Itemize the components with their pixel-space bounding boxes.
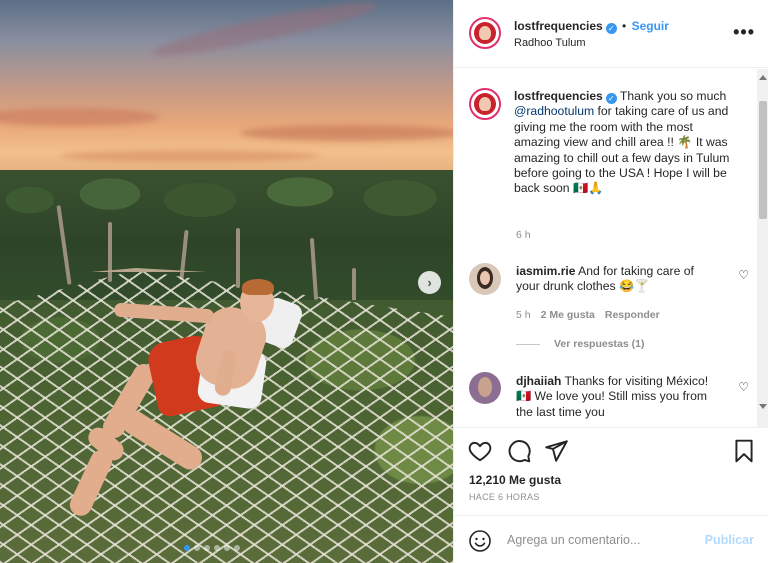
carousel-dot <box>234 545 240 551</box>
like-comment-heart-icon[interactable]: ♡ <box>738 380 749 394</box>
carousel-indicator <box>184 545 240 551</box>
location-link[interactable]: Radhoo Tulum <box>514 37 586 49</box>
post-sidebar: lostfrequencies ✓ • Seguir Radhoo Tulum •… <box>453 0 768 563</box>
comments-list[interactable]: lostfrequencies ✓ Thank you so much @radh… <box>454 69 757 427</box>
more-options-icon[interactable]: ••• <box>733 22 755 43</box>
mention-link[interactable]: @radhootulum <box>514 104 594 118</box>
like-heart-icon[interactable] <box>467 438 493 464</box>
comment-input[interactable] <box>507 529 697 551</box>
scroll-down-icon[interactable] <box>759 404 767 409</box>
chevron-right-icon: › <box>427 275 432 290</box>
comment-time: 5 h <box>516 309 531 321</box>
comment-text: iasmim.rie And for taking care of your d… <box>516 264 716 295</box>
caption-author[interactable]: lostfrequencies <box>514 89 603 103</box>
carousel-dot <box>204 545 210 551</box>
post-timestamp: HACE 6 HORAS <box>469 492 540 502</box>
add-comment-bar: Publicar <box>454 515 768 563</box>
comment-text: djhaiiah Thanks for visiting México! 🇲🇽 … <box>516 374 716 420</box>
carousel-dot <box>194 545 200 551</box>
comment-meta: 5 h 2 Me gusta Responder <box>516 309 660 321</box>
post-header: lostfrequencies ✓ • Seguir Radhoo Tulum •… <box>454 0 768 68</box>
view-replies-button[interactable]: Ver respuestas (1) <box>554 338 644 350</box>
commenter-username[interactable]: djhaiiah <box>516 374 561 388</box>
publish-button[interactable]: Publicar <box>705 533 754 547</box>
verified-badge-icon: ✓ <box>605 23 617 34</box>
post-photo[interactable]: › <box>0 0 453 563</box>
scroll-up-icon[interactable] <box>759 75 767 80</box>
author-line: lostfrequencies ✓ • Seguir <box>514 19 669 34</box>
caption-text: lostfrequencies ✓ Thank you so much @radh… <box>514 89 734 197</box>
commenter-avatar[interactable] <box>469 263 501 295</box>
caption-time: 6 h <box>516 229 531 241</box>
likes-count[interactable]: 12,210 Me gusta <box>469 473 561 487</box>
comment-bubble-icon[interactable] <box>506 438 532 464</box>
author-avatar[interactable] <box>469 17 501 49</box>
scroll-thumb[interactable] <box>759 101 767 219</box>
cloud <box>240 125 453 141</box>
post-actions: 12,210 Me gusta HACE 6 HORAS <box>454 427 768 515</box>
carousel-dot <box>224 545 230 551</box>
carousel-dot <box>214 545 220 551</box>
commenter-username[interactable]: iasmim.rie <box>516 264 575 278</box>
author-username[interactable]: lostfrequencies <box>514 19 603 33</box>
bookmark-save-icon[interactable] <box>731 438 757 464</box>
carousel-dot <box>184 545 190 551</box>
share-send-icon[interactable] <box>543 438 569 464</box>
commenter-avatar[interactable] <box>469 372 501 404</box>
emoji-icon[interactable] <box>468 529 492 553</box>
caption-body: Thank you so much <box>619 89 727 103</box>
like-comment-heart-icon[interactable]: ♡ <box>738 268 749 282</box>
replies-divider <box>516 344 540 345</box>
verified-badge-icon: ✓ <box>605 93 617 104</box>
follow-button[interactable]: Seguir <box>632 19 669 33</box>
cloud <box>60 150 320 162</box>
comment-likes[interactable]: 2 Me gusta <box>541 309 595 321</box>
comments-scrollbar[interactable] <box>757 69 768 427</box>
carousel-next-button[interactable]: › <box>418 271 441 294</box>
reply-button[interactable]: Responder <box>605 309 660 321</box>
hair <box>242 279 274 295</box>
caption-avatar[interactable] <box>469 88 501 120</box>
separator: • <box>622 19 627 33</box>
